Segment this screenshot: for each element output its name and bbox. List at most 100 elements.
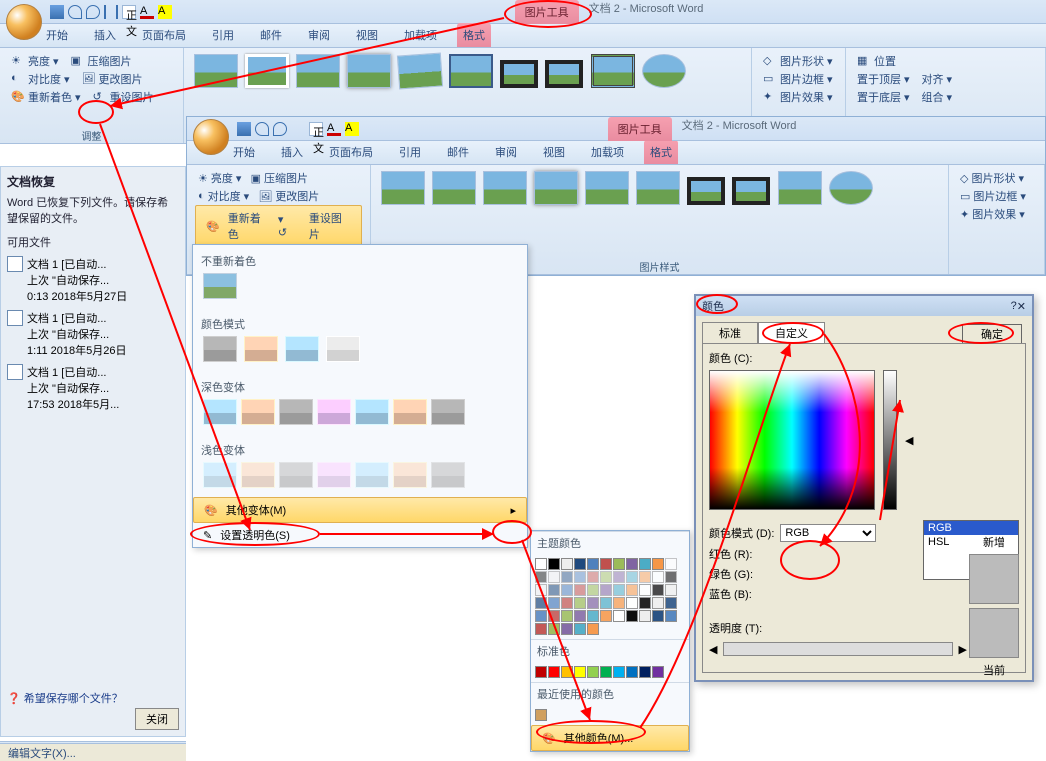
color-swatch[interactable] xyxy=(665,584,677,596)
color-swatch[interactable] xyxy=(587,571,599,583)
variant-thumb[interactable] xyxy=(355,462,389,488)
variant-thumb[interactable] xyxy=(241,399,275,425)
color-spectrum[interactable] xyxy=(709,370,875,510)
color-swatch[interactable] xyxy=(548,571,560,583)
color-swatch[interactable] xyxy=(600,584,612,596)
recovery-close-button[interactable]: 关闭 xyxy=(135,708,179,730)
style-thumb[interactable] xyxy=(483,171,527,205)
tab-format[interactable]: 格式 xyxy=(644,140,678,164)
pic-shape-button[interactable]: ◇图片形状 ▾ xyxy=(760,52,837,70)
send-back-button[interactable]: 置于底层 ▾ xyxy=(854,88,913,106)
color-swatch[interactable] xyxy=(600,666,612,678)
color-swatch[interactable] xyxy=(548,584,560,596)
stylelist-icon[interactable] xyxy=(291,122,305,136)
color-swatch[interactable] xyxy=(535,666,547,678)
color-swatch[interactable] xyxy=(561,666,573,678)
tab-standard[interactable]: 标准 xyxy=(702,322,758,343)
tab-insert[interactable]: 插入 xyxy=(88,23,122,47)
color-swatch[interactable] xyxy=(574,571,586,583)
color-swatch[interactable] xyxy=(613,610,625,622)
undo-icon[interactable] xyxy=(255,122,269,136)
color-swatch[interactable] xyxy=(600,558,612,570)
color-swatch[interactable] xyxy=(665,597,677,609)
mode-option[interactable]: RGB xyxy=(924,521,1018,535)
align-button[interactable]: 对齐 ▾ xyxy=(919,70,956,88)
color-swatch[interactable] xyxy=(535,709,547,721)
recovery-item[interactable]: 文档 1 [已自动... 上次 "自动保存... 1:11 2018年5月26日 xyxy=(7,310,179,358)
highlight-icon[interactable]: A xyxy=(158,5,172,19)
contrast-button[interactable]: ◐对比度 ▾ xyxy=(8,70,73,88)
variant-thumb[interactable] xyxy=(431,462,465,488)
color-swatch[interactable] xyxy=(626,584,638,596)
color-swatch[interactable] xyxy=(626,571,638,583)
undo-icon[interactable] xyxy=(68,5,82,19)
slider-left-icon[interactable]: ◀ xyxy=(709,643,717,656)
brightness-button[interactable]: ☀亮度 ▾ xyxy=(8,52,62,70)
variant-thumb[interactable] xyxy=(431,399,465,425)
tab-custom[interactable]: 自定义 xyxy=(758,322,825,343)
color-swatch[interactable] xyxy=(587,558,599,570)
color-swatch[interactable] xyxy=(626,666,638,678)
color-swatch[interactable] xyxy=(574,584,586,596)
style-thumb[interactable] xyxy=(381,171,425,205)
tab-view[interactable]: 视图 xyxy=(350,23,384,47)
tab-review[interactable]: 审阅 xyxy=(489,140,523,164)
color-swatch[interactable] xyxy=(535,558,547,570)
color-swatch[interactable] xyxy=(548,610,560,622)
alpha-slider[interactable] xyxy=(723,642,952,656)
close-icon[interactable]: ✕ xyxy=(1017,300,1026,313)
save-icon[interactable] xyxy=(237,122,251,136)
variant-thumb[interactable] xyxy=(317,399,351,425)
brightness-button[interactable]: ☀ 亮度 ▾ ▣ 压缩图片 xyxy=(195,169,362,187)
color-swatch[interactable] xyxy=(639,571,651,583)
color-swatch[interactable] xyxy=(548,666,560,678)
change-pic-button[interactable]: 🖼更改图片 xyxy=(79,70,146,88)
variant-thumb[interactable] xyxy=(203,273,237,299)
color-swatch[interactable] xyxy=(548,558,560,570)
color-swatch[interactable] xyxy=(587,623,599,635)
group-button[interactable]: 组合 ▾ xyxy=(919,88,956,106)
variant-thumb[interactable] xyxy=(244,336,278,362)
style-thumb[interactable] xyxy=(732,177,770,205)
color-swatch[interactable] xyxy=(665,610,677,622)
style-thumb[interactable] xyxy=(347,54,391,88)
tab-ref[interactable]: 引用 xyxy=(206,23,240,47)
more-variants-menuitem[interactable]: 🎨 其他变体(M) ▸ xyxy=(193,497,527,523)
tab-home[interactable]: 开始 xyxy=(227,140,261,164)
color-swatch[interactable] xyxy=(535,623,547,635)
tab-format[interactable]: 格式 xyxy=(457,23,491,47)
style-dropdown[interactable]: 正文 xyxy=(122,5,136,19)
style-thumb[interactable] xyxy=(397,53,443,90)
style-dropdown[interactable]: 正文 xyxy=(309,122,323,136)
color-swatch[interactable] xyxy=(652,584,664,596)
color-swatch[interactable] xyxy=(548,597,560,609)
recovery-prompt-link[interactable]: 希望保存哪个文件？ xyxy=(24,693,123,705)
color-swatch[interactable] xyxy=(600,610,612,622)
style-thumb[interactable] xyxy=(778,171,822,205)
stylelist-icon[interactable] xyxy=(104,5,118,19)
pic-effects-button[interactable]: ✦图片效果 ▾ xyxy=(760,88,837,106)
variant-thumb[interactable] xyxy=(279,462,313,488)
redo-icon[interactable] xyxy=(273,122,287,136)
color-swatch[interactable] xyxy=(574,558,586,570)
variant-thumb[interactable] xyxy=(326,336,360,362)
color-swatch[interactable] xyxy=(652,610,664,622)
color-swatch[interactable] xyxy=(639,558,651,570)
variant-thumb[interactable] xyxy=(203,336,237,362)
variant-thumb[interactable] xyxy=(393,462,427,488)
color-swatch[interactable] xyxy=(665,558,677,570)
color-swatch[interactable] xyxy=(561,610,573,622)
color-swatch[interactable] xyxy=(639,584,651,596)
color-swatch[interactable] xyxy=(600,571,612,583)
color-swatch[interactable] xyxy=(535,571,547,583)
color-swatch[interactable] xyxy=(600,597,612,609)
tab-home[interactable]: 开始 xyxy=(40,23,74,47)
color-swatch[interactable] xyxy=(561,558,573,570)
variant-thumb[interactable] xyxy=(355,399,389,425)
luminance-bar[interactable] xyxy=(883,370,897,510)
pic-effects-button[interactable]: ✦ 图片效果 ▾ xyxy=(957,205,1036,223)
color-swatch[interactable] xyxy=(652,558,664,570)
more-colors-menuitem[interactable]: 🎨 其他颜色(M)... xyxy=(531,725,689,751)
tab-addin[interactable]: 加载项 xyxy=(585,140,630,164)
color-swatch[interactable] xyxy=(561,623,573,635)
